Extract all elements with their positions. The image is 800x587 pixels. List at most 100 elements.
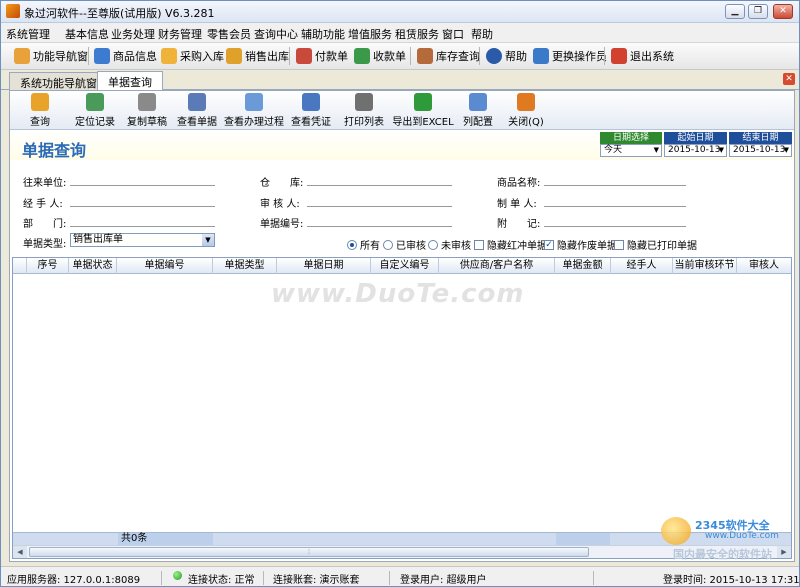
menu-query-center[interactable]: 查询中心 [254, 26, 298, 42]
chevron-down-icon: ▼ [718, 146, 724, 154]
department-input[interactable] [70, 226, 215, 227]
toolbar-label: 销售出库 [245, 50, 289, 63]
department-label: 部 门: [23, 219, 67, 230]
tab-doc-query[interactable]: 单据查询 [97, 71, 163, 91]
scroll-thumb[interactable]: ⦙ [29, 547, 589, 557]
end-date-picker[interactable]: 2015-10-13 ▼ [729, 144, 792, 157]
menu-value-added[interactable]: 增值服务 [348, 26, 392, 42]
view-voucher-button[interactable]: 查看凭证 [286, 93, 336, 128]
radio-dot-icon [428, 239, 438, 250]
doc-no-input[interactable] [307, 226, 452, 227]
checkmark-icon: ✓ [544, 239, 554, 250]
record-count: 共0条 [118, 533, 213, 545]
help-icon [486, 48, 502, 64]
toolbar-nav-window[interactable]: 功能导航窗 [14, 45, 88, 67]
start-date-box: 起始日期 2015-10-13 ▼ [664, 132, 727, 158]
power-icon [611, 48, 627, 64]
scroll-left-icon[interactable]: ◀ [13, 546, 27, 558]
toolbar-payment[interactable]: 付款单 [296, 45, 348, 67]
end-date-value: 2015-10-13 [733, 145, 786, 155]
voucher-icon [302, 93, 320, 111]
end-date-header: 结束日期 [729, 132, 792, 144]
locate-record-button[interactable]: 定位记录 [70, 93, 120, 128]
toolbar-product-info[interactable]: 商品信息 [94, 45, 157, 67]
note-input[interactable] [544, 226, 686, 227]
copy-draft-button[interactable]: 复制草稿 [122, 93, 172, 128]
minimize-button[interactable]: ▁ [725, 4, 745, 19]
option-label: 已审核 [396, 241, 426, 252]
handler-input[interactable] [70, 206, 215, 207]
radio-dot-icon [347, 239, 357, 250]
print-list-button[interactable]: 打印列表 [336, 93, 392, 128]
button-label: 复制草稿 [127, 117, 167, 128]
partner-input[interactable] [70, 185, 215, 186]
users-icon [533, 48, 549, 64]
column-header[interactable]: 单据金额 [555, 258, 611, 274]
column-header[interactable]: 序号 [27, 258, 69, 274]
hide-red-checkbox[interactable]: 隐藏红冲单据 [474, 237, 547, 252]
column-header[interactable]: 单据编号 [117, 258, 213, 274]
column-header[interactable]: 审核人 [737, 258, 791, 274]
start-date-picker[interactable]: 2015-10-13 ▼ [664, 144, 727, 157]
checkbox-icon [614, 239, 624, 250]
close-tab-icon[interactable]: ✕ [783, 73, 795, 85]
menu-system[interactable]: 系统管理 [6, 26, 50, 42]
connection-ok-icon [173, 571, 182, 580]
toolbar-label: 商品信息 [113, 50, 157, 63]
product-input[interactable] [544, 185, 686, 186]
hide-void-checkbox[interactable]: ✓ 隐藏作废单据 [544, 237, 617, 252]
auditor-input[interactable] [307, 206, 452, 207]
column-header[interactable]: 单据类型 [213, 258, 277, 274]
title-bar: 象过河软件--至尊版(试用版) V6.3.281 ▁ ❐ ✕ [1, 1, 799, 23]
export-excel-button[interactable]: 导出到EXCEL [392, 93, 454, 128]
main-toolbar: 功能导航窗 商品信息 采购入库 销售出库 付款单 收款单 库存查询 帮助 更换操… [1, 43, 799, 70]
hide-printed-checkbox[interactable]: 隐藏已打印单据 [614, 237, 697, 252]
column-header[interactable]: 经手人 [611, 258, 673, 274]
column-header[interactable]: 供应商/客户名称 [439, 258, 555, 274]
button-label: 列配置 [463, 117, 493, 128]
menu-window[interactable]: 窗口 [442, 26, 464, 42]
menu-retail-member[interactable]: 零售会员 [207, 26, 251, 42]
menu-finance[interactable]: 财务管理 [158, 26, 202, 42]
close-window-button[interactable]: ✕ [773, 4, 793, 19]
toolbar-receipt[interactable]: 收款单 [354, 45, 406, 67]
query-button[interactable]: 查询 [18, 93, 62, 128]
toolbar-label: 收款单 [373, 50, 406, 63]
locate-icon [86, 93, 104, 111]
toolbar-inventory-query[interactable]: 库存查询 [417, 45, 480, 67]
toolbar-sales-out[interactable]: 销售出库 [226, 45, 289, 67]
maker-input[interactable] [544, 206, 686, 207]
view-document-button[interactable]: 查看单据 [172, 93, 222, 128]
doc-type-select[interactable]: 销售出库单 ▼ [70, 233, 215, 247]
chevron-down-icon: ▼ [202, 234, 214, 246]
view-process-button[interactable]: 查看办理过程 [222, 93, 286, 128]
radio-all[interactable]: 所有 [347, 237, 380, 252]
title-band: 单据查询 日期选择 今天 ▼ 起始日期 2015-10-13 ▼ 结束日期 2015… [10, 130, 794, 160]
copy-icon [138, 93, 156, 111]
radio-unaudited[interactable]: 未审核 [428, 237, 471, 252]
toolbar-switch-operator[interactable]: 更换操作员 [533, 45, 607, 67]
menu-business[interactable]: 业务处理 [111, 26, 155, 42]
column-header[interactable]: 单据状态 [69, 258, 117, 274]
maximize-button[interactable]: ❐ [748, 4, 768, 19]
menu-lease[interactable]: 租赁服务 [395, 26, 439, 42]
toolbar-exit[interactable]: 退出系统 [611, 45, 674, 67]
toolbar-purchase-in[interactable]: 采购入库 [161, 45, 224, 67]
column-header[interactable]: 单据日期 [277, 258, 371, 274]
column-config-button[interactable]: 列配置 [456, 93, 500, 128]
toolbar-help[interactable]: 帮助 [486, 45, 527, 67]
checkbox-icon [474, 239, 484, 250]
radio-audited[interactable]: 已审核 [383, 237, 426, 252]
date-select-dropdown[interactable]: 今天 ▼ [600, 144, 662, 157]
status-bar: 应用服务器: 127.0.0.1:8089 连接状态: 正常 连接账套: 演示账… [1, 566, 799, 586]
menu-basic-info[interactable]: 基本信息 [65, 26, 109, 42]
menu-help[interactable]: 帮助 [471, 26, 493, 42]
close-button[interactable]: 关闭(Q) [504, 93, 548, 128]
column-header[interactable]: 当前审核环节 [673, 258, 737, 274]
process-icon [245, 93, 263, 111]
tab-nav-window[interactable]: 系统功能导航窗 [9, 72, 108, 90]
menu-aux-functions[interactable]: 辅助功能 [301, 26, 345, 42]
warehouse-input[interactable] [307, 185, 452, 186]
column-header[interactable]: 自定义编号 [371, 258, 439, 274]
start-date-value: 2015-10-13 [668, 145, 721, 155]
